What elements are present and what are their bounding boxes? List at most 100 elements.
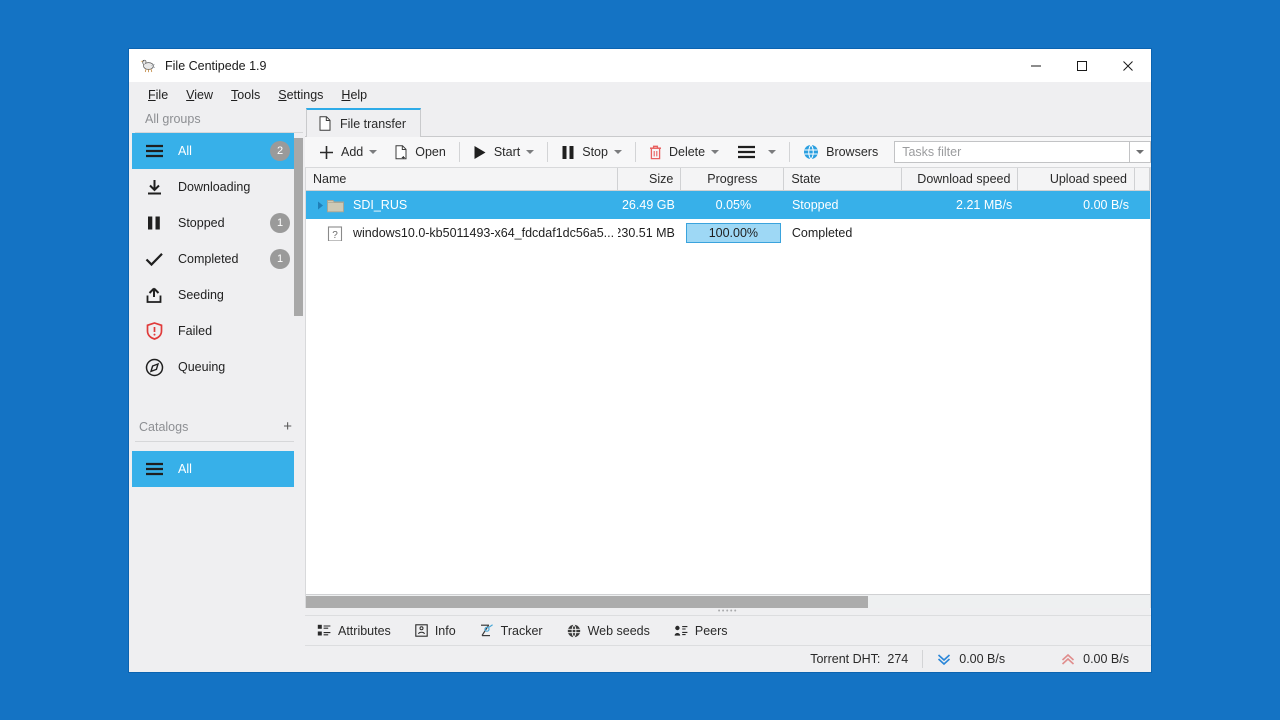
tasks-filter-dropdown-button[interactable] bbox=[1129, 141, 1151, 163]
table-header: Name Size Progress State Download speed … bbox=[306, 168, 1150, 191]
menu-settings-mnemonic: S bbox=[278, 87, 287, 102]
add-caret-icon[interactable] bbox=[369, 150, 378, 154]
sidebar-item-stopped-badge: 1 bbox=[270, 213, 290, 233]
bottom-tab-tracker-label: Tracker bbox=[500, 623, 543, 638]
sidebar-item-stopped[interactable]: Stopped 1 bbox=[132, 205, 294, 241]
stop-caret-icon[interactable] bbox=[613, 150, 622, 154]
sidebar-item-queuing[interactable]: Queuing bbox=[132, 349, 294, 385]
chevron-down-icon bbox=[1136, 150, 1144, 154]
table-cell-upload-speed: 0.00 B/s bbox=[1083, 198, 1130, 212]
content-pane: File transfer Add Open Start Stop Delete… bbox=[305, 107, 1151, 672]
delete-button[interactable]: Delete bbox=[645, 139, 723, 165]
expand-arrow-icon[interactable] bbox=[313, 201, 327, 210]
tasks-filter: Tasks filter bbox=[894, 141, 1151, 163]
column-header-extra[interactable] bbox=[1135, 168, 1150, 190]
open-button[interactable]: Open bbox=[391, 139, 450, 165]
pause-icon bbox=[561, 145, 575, 160]
menu-tools-rest: ools bbox=[237, 87, 261, 102]
column-header-size[interactable]: Size bbox=[618, 168, 682, 190]
centipede-icon bbox=[139, 57, 157, 75]
bottom-tab-peers[interactable]: Peers bbox=[674, 624, 728, 638]
menu-file-rest: ile bbox=[155, 87, 169, 102]
sidebar-item-all[interactable]: All 2 bbox=[132, 133, 294, 169]
shield-alert-icon bbox=[144, 321, 164, 341]
title-bar[interactable]: File Centipede 1.9 bbox=[129, 49, 1151, 82]
bottom-tab-web-seeds[interactable]: Web seeds bbox=[567, 624, 650, 638]
unknown-file-icon: ? bbox=[327, 225, 344, 241]
browsers-button[interactable]: Browsers bbox=[799, 139, 882, 165]
delete-button-label: Delete bbox=[668, 145, 706, 159]
double-chevron-down-icon bbox=[937, 653, 951, 666]
sidebar-item-downloading[interactable]: Downloading bbox=[132, 169, 294, 205]
overflow-caret-icon[interactable] bbox=[768, 150, 777, 154]
sidebar-item-all-label: All bbox=[178, 144, 192, 158]
status-spacer bbox=[1019, 650, 1047, 668]
sidebar-item-seeding[interactable]: Seeding bbox=[132, 277, 294, 313]
minimize-button[interactable] bbox=[1013, 49, 1059, 82]
start-caret-icon[interactable] bbox=[526, 150, 535, 154]
progress-bar: 100.00% bbox=[685, 223, 781, 243]
bottom-tab-web-seeds-label: Web seeds bbox=[587, 623, 650, 638]
bottom-tab-tracker[interactable]: Tracker bbox=[480, 624, 543, 638]
menu-tools[interactable]: Tools bbox=[222, 86, 269, 104]
tracker-icon bbox=[480, 624, 494, 637]
close-button[interactable] bbox=[1105, 49, 1151, 82]
all-groups-label: All groups bbox=[135, 107, 303, 133]
menu-bar: File View Tools Settings Help bbox=[129, 82, 1151, 107]
bottom-tab-info[interactable]: Info bbox=[415, 624, 456, 638]
menu-view[interactable]: View bbox=[177, 86, 222, 104]
start-button-label: Start bbox=[493, 145, 521, 159]
peers-icon bbox=[674, 624, 688, 637]
add-catalog-button[interactable]: + bbox=[283, 418, 294, 435]
toolbar: Add Open Start Stop Delete Browsers Task… bbox=[305, 137, 1151, 168]
table-empty-area bbox=[306, 247, 1150, 594]
maximize-button[interactable] bbox=[1059, 49, 1105, 82]
status-dht-value: 274 bbox=[887, 652, 909, 666]
app-window: File Centipede 1.9 File View Tools Setti… bbox=[128, 48, 1152, 673]
menu-settings[interactable]: Settings bbox=[269, 86, 332, 104]
column-header-progress[interactable]: Progress bbox=[681, 168, 785, 190]
sidebar-item-downloading-label: Downloading bbox=[178, 180, 251, 194]
catalog-item-all-label: All bbox=[178, 462, 192, 476]
menu-file[interactable]: File bbox=[139, 86, 177, 104]
table-row[interactable]: SDI_RUS 26.49 GB 0.05% Stopped 2.21 MB/s… bbox=[306, 191, 1150, 219]
sidebar-item-completed[interactable]: Completed 1 bbox=[132, 241, 294, 277]
catalogs-list: All bbox=[129, 442, 305, 487]
hamburger-icon bbox=[144, 141, 164, 161]
column-header-name[interactable]: Name bbox=[306, 168, 618, 190]
toolbar-separator-3 bbox=[634, 142, 636, 162]
sidebar-item-failed[interactable]: Failed bbox=[132, 313, 294, 349]
add-button-label: Add bbox=[341, 145, 364, 159]
delete-caret-icon[interactable] bbox=[711, 150, 720, 154]
check-icon bbox=[144, 249, 164, 269]
table-cell-progress: 0.05% bbox=[715, 198, 752, 212]
table-horizontal-scrollbar[interactable] bbox=[306, 594, 1150, 608]
plus-icon bbox=[319, 145, 334, 160]
window-title: File Centipede 1.9 bbox=[165, 58, 267, 73]
menu-help[interactable]: Help bbox=[332, 86, 376, 104]
overflow-menu-button[interactable] bbox=[733, 139, 780, 165]
sidebar-item-completed-label: Completed bbox=[178, 252, 239, 266]
stop-button[interactable]: Stop bbox=[557, 139, 626, 165]
double-chevron-up-icon bbox=[1061, 653, 1075, 666]
sidebar: All groups All 2 Downloading Stopped 1 C… bbox=[129, 107, 305, 672]
add-button[interactable]: Add bbox=[315, 139, 381, 165]
catalog-item-all[interactable]: All bbox=[132, 451, 294, 487]
table-row[interactable]: ? windows10.0-kb5011493-x64_fdcdaf1dc56a… bbox=[306, 219, 1150, 247]
column-header-upload-speed[interactable]: Upload speed bbox=[1018, 168, 1135, 190]
sidebar-item-seeding-label: Seeding bbox=[178, 288, 224, 302]
start-button[interactable]: Start bbox=[469, 139, 538, 165]
table-cell-download-speed: 2.21 MB/s bbox=[956, 198, 1013, 212]
table-cell-state: Completed bbox=[791, 226, 853, 240]
status-dht: Torrent DHT: 274 bbox=[810, 652, 908, 666]
bottom-tab-attributes[interactable]: Attributes bbox=[317, 624, 391, 638]
tasks-filter-input[interactable]: Tasks filter bbox=[894, 141, 1129, 163]
tab-file-transfer[interactable]: File transfer bbox=[306, 108, 421, 137]
table-horizontal-scrollbar-thumb[interactable] bbox=[306, 596, 868, 608]
pane-splitter[interactable]: ••••• bbox=[305, 608, 1151, 615]
sidebar-scrollbar-thumb[interactable] bbox=[294, 138, 303, 316]
column-header-download-speed[interactable]: Download speed bbox=[902, 168, 1019, 190]
column-header-state[interactable]: State bbox=[784, 168, 902, 190]
pause-icon bbox=[144, 213, 164, 233]
window-controls bbox=[1013, 49, 1151, 82]
